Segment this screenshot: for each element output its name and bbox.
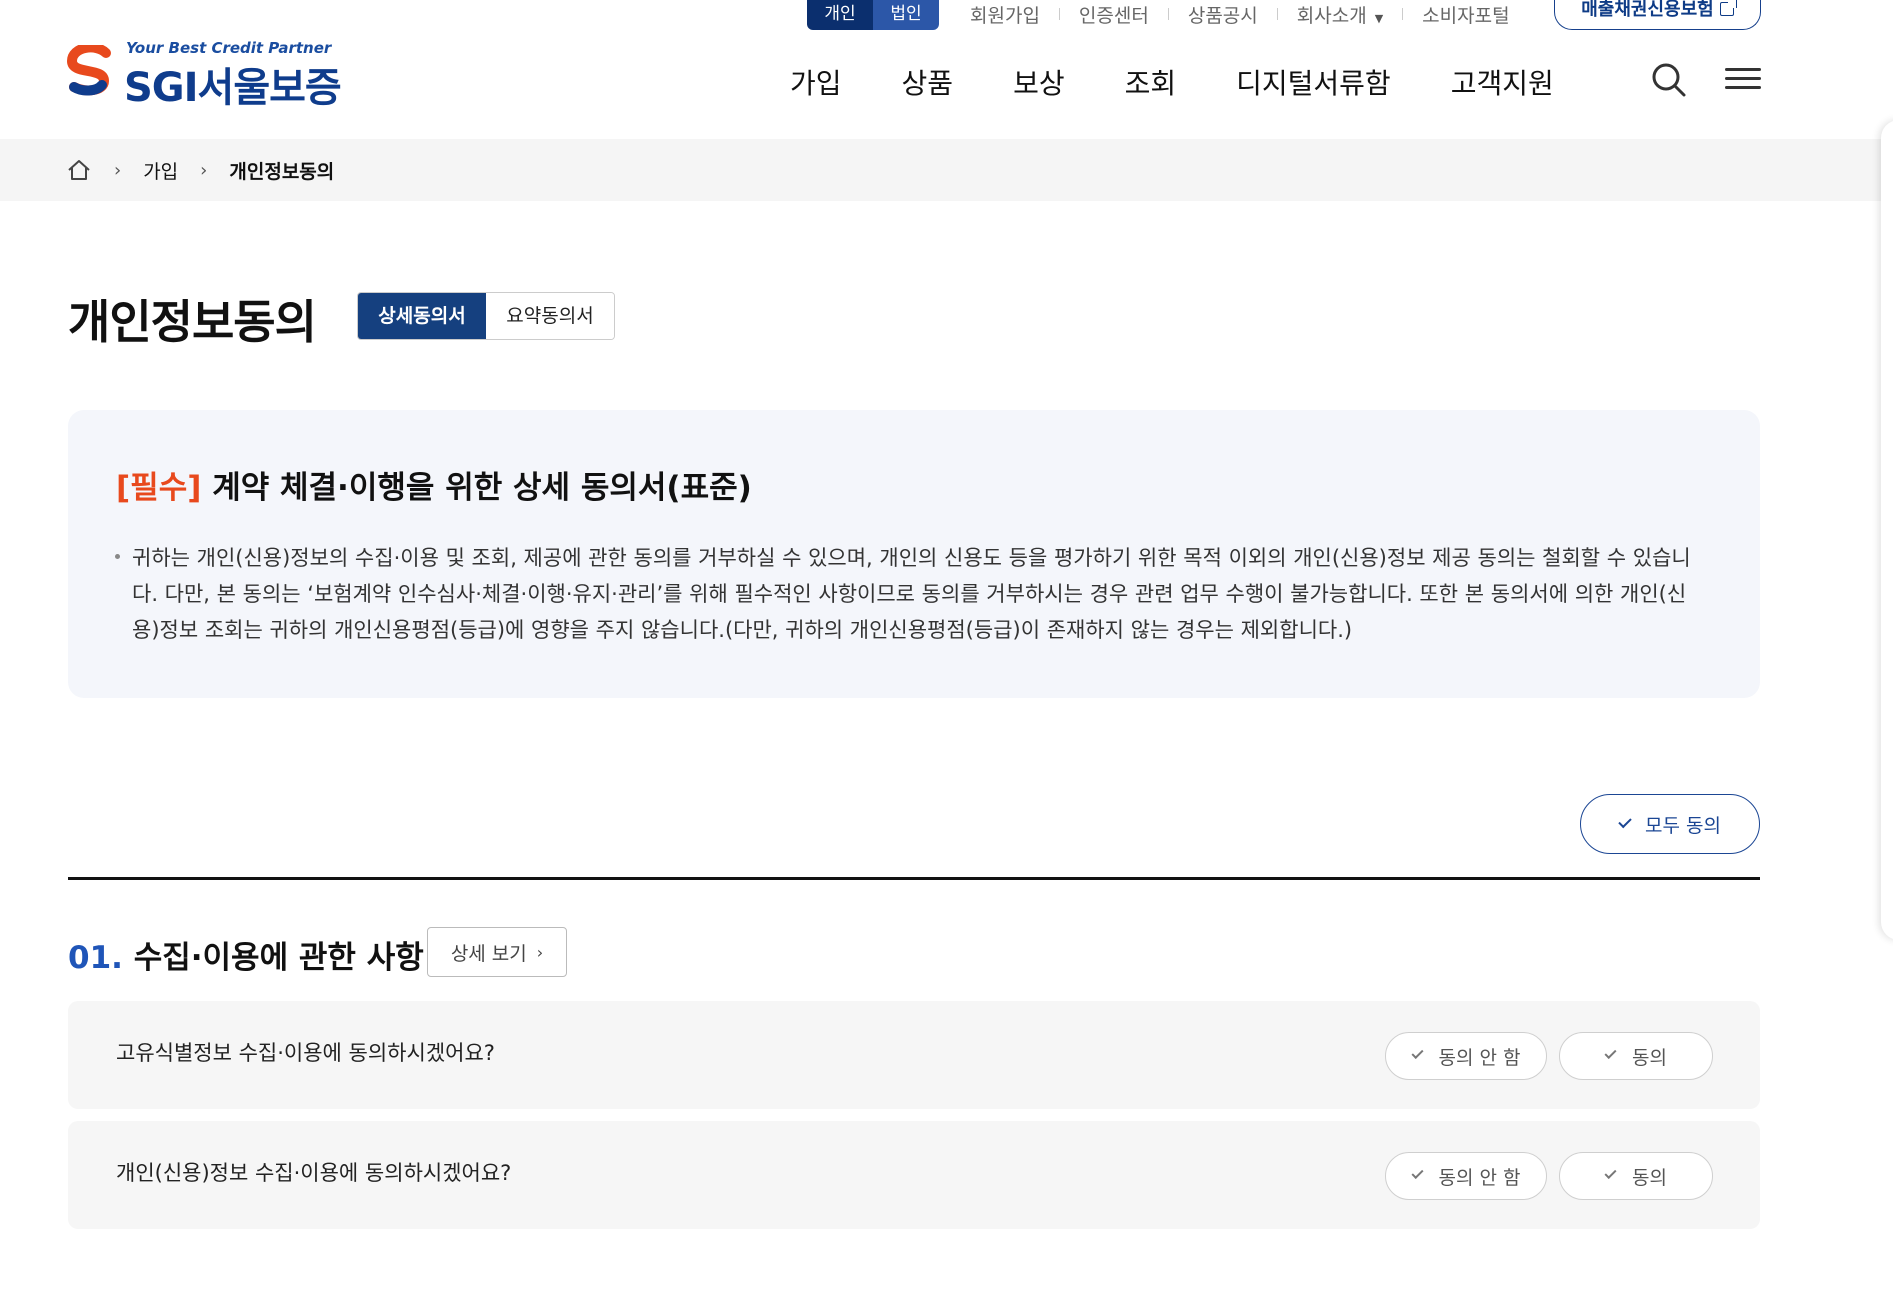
divider xyxy=(1167,8,1169,20)
section-title-text: 수집·이용에 관한 사항 xyxy=(133,940,424,976)
external-link-icon xyxy=(1719,0,1737,16)
consent-type-tabs: 상세동의서 요약동의서 xyxy=(357,292,615,340)
agree-label: 동의 xyxy=(1632,1046,1667,1069)
nav-claims[interactable]: 보상 xyxy=(1013,62,1065,102)
chevron-right-icon: › xyxy=(200,159,208,181)
section-number: 01. xyxy=(68,940,123,976)
breadcrumb-current: 개인정보동의 xyxy=(229,160,335,183)
nav-join[interactable]: 가입 xyxy=(790,62,842,102)
agree-button[interactable]: 동의 xyxy=(1559,1152,1713,1200)
credit-insurance-button[interactable]: 매출채권신용보험 xyxy=(1554,0,1761,30)
util-link-company-label: 회사소개 xyxy=(1296,4,1367,27)
tab-summary-consent[interactable]: 요약동의서 xyxy=(486,293,614,339)
segment-personal[interactable]: 개인 xyxy=(807,0,873,30)
check-icon xyxy=(1604,1046,1617,1060)
question-text: 고유식별정보 수집·이용에 동의하시겠어요? xyxy=(116,1041,495,1065)
member-type-toggle: 개인 법인 xyxy=(807,0,939,30)
tab-detailed-consent[interactable]: 상세동의서 xyxy=(358,293,486,339)
nav-support[interactable]: 고객지원 xyxy=(1451,62,1554,102)
utility-links: 회원가입 인증센터 상품공시 회사소개 ▼ 소비자포털 xyxy=(970,0,1510,28)
util-link-signup[interactable]: 회원가입 xyxy=(970,1,1040,28)
side-panel-edge xyxy=(1881,120,1893,940)
agree-label: 동의 xyxy=(1632,1166,1667,1189)
view-detail-button[interactable]: 상세 보기 › xyxy=(427,927,567,977)
check-icon xyxy=(1410,1166,1424,1180)
util-link-product-disclosure[interactable]: 상품공시 xyxy=(1188,1,1258,28)
nav-products[interactable]: 상품 xyxy=(902,62,954,102)
nav-inquiry[interactable]: 조회 xyxy=(1125,62,1177,102)
section-title: 01. 수집·이용에 관한 사항 xyxy=(68,932,424,977)
disagree-button[interactable]: 동의 안 함 xyxy=(1385,1032,1547,1080)
disagree-label: 동의 안 함 xyxy=(1438,1166,1521,1189)
main-nav: 가입 상품 보상 조회 디지털서류함 고객지원 xyxy=(790,62,1614,102)
notice-box: [필수] 계약 체결·이행을 위한 상세 동의서(표준) 귀하는 개인(신용)정… xyxy=(68,410,1760,698)
breadcrumb-join[interactable]: 가입 xyxy=(143,157,178,184)
util-link-company[interactable]: 회사소개 ▼ xyxy=(1297,1,1383,28)
breadcrumb: › 가입 › 개인정보동의 xyxy=(66,139,334,201)
check-icon xyxy=(1410,1046,1424,1060)
credit-insurance-label: 매출채권신용보험 xyxy=(1581,0,1714,20)
search-icon[interactable] xyxy=(1651,62,1687,98)
hamburger-menu-icon[interactable] xyxy=(1725,62,1761,98)
logo[interactable]: Your Best Credit Partner SGI서울보증 xyxy=(66,38,346,111)
view-detail-label: 상세 보기 xyxy=(450,942,527,965)
nav-digital-docs[interactable]: 디지털서류함 xyxy=(1236,62,1391,102)
consent-question-row: 개인(신용)정보 수집·이용에 동의하시겠어요? 동의 안 함 동의 xyxy=(68,1121,1760,1229)
segment-corporate[interactable]: 법인 xyxy=(873,0,939,30)
page-title: 개인정보동의 xyxy=(68,295,317,349)
chevron-right-icon: › xyxy=(536,942,544,962)
notice-text: 귀하는 개인(신용)정보의 수집·이용 및 조회, 제공에 관한 동의를 거부하… xyxy=(132,546,1691,642)
notice-title-text: 계약 체결·이행을 위한 상세 동의서(표준) xyxy=(212,470,752,506)
divider xyxy=(1058,8,1060,20)
breadcrumb-bar: › 가입 › 개인정보동의 xyxy=(0,139,1893,201)
util-link-consumer-portal[interactable]: 소비자포털 xyxy=(1422,1,1509,28)
agree-all-button[interactable]: 모두 동의 xyxy=(1580,794,1760,854)
disagree-label: 동의 안 함 xyxy=(1438,1046,1521,1069)
divider xyxy=(1402,8,1404,20)
agree-all-label: 모두 동의 xyxy=(1645,814,1721,837)
bullet-icon xyxy=(115,554,120,559)
agree-button[interactable]: 동의 xyxy=(1559,1032,1713,1080)
section-divider xyxy=(68,877,1760,880)
util-link-cert-center[interactable]: 인증센터 xyxy=(1079,1,1149,28)
notice-title: [필수] 계약 체결·이행을 위한 상세 동의서(표준) xyxy=(116,462,752,507)
sgi-logo-mark-icon xyxy=(66,45,111,96)
chevron-right-icon: › xyxy=(114,159,122,181)
check-icon xyxy=(1618,814,1632,828)
check-icon xyxy=(1604,1166,1617,1180)
logo-text: SGI서울보증 xyxy=(124,65,342,111)
home-icon[interactable] xyxy=(66,158,92,182)
question-text: 개인(신용)정보 수집·이용에 동의하시겠어요? xyxy=(116,1161,512,1185)
divider xyxy=(1276,8,1278,20)
required-tag: [필수] xyxy=(116,470,202,506)
disagree-button[interactable]: 동의 안 함 xyxy=(1385,1152,1547,1200)
caret-down-icon: ▼ xyxy=(1374,11,1384,25)
consent-question-row: 고유식별정보 수집·이용에 동의하시겠어요? 동의 안 함 동의 xyxy=(68,1001,1760,1109)
utility-bar: 개인 법인 회원가입 인증센터 상품공시 회사소개 ▼ 소비자포털 매출채권신용보… xyxy=(0,0,1893,32)
